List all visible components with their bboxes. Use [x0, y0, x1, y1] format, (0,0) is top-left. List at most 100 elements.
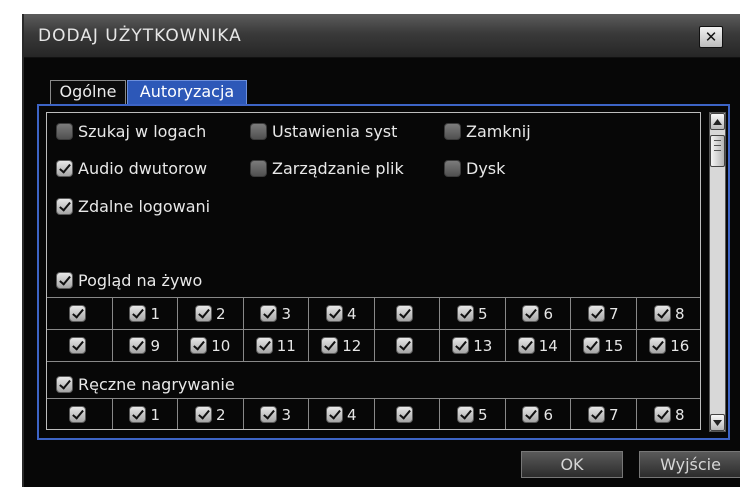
channel-cell[interactable]: 16 [637, 330, 701, 361]
checkbox-icon[interactable] [68, 305, 86, 322]
checkbox-icon[interactable] [396, 406, 414, 423]
scroll-down-button[interactable] [710, 414, 725, 431]
checkbox-icon[interactable] [649, 337, 667, 354]
checkbox-icon[interactable] [194, 406, 212, 423]
channel-cell[interactable]: 2 [178, 298, 244, 329]
perm-label: Audio dwutorow [78, 159, 208, 178]
channel-cell[interactable]: 13 [440, 330, 506, 361]
checkbox-icon[interactable] [325, 305, 343, 322]
channel-cell[interactable]: 1 [113, 399, 178, 429]
channel-cell[interactable]: 2 [178, 399, 244, 429]
checkbox-icon[interactable] [56, 376, 73, 393]
channel-cell[interactable] [375, 399, 440, 429]
channel-cell[interactable]: 10 [178, 330, 244, 361]
channel-cell[interactable]: 3 [244, 399, 309, 429]
checkbox-icon[interactable] [396, 337, 414, 354]
checkbox-icon[interactable] [190, 337, 208, 354]
ok-button[interactable]: OK [521, 451, 623, 478]
grid-row: 9 10 11 12 13 14 15 16 [47, 330, 701, 362]
perm-label: Dysk [466, 159, 506, 178]
checkbox-icon[interactable] [452, 337, 470, 354]
channel-cell[interactable] [375, 298, 440, 329]
channel-cell[interactable]: 5 [440, 298, 506, 329]
channel-cell[interactable]: 14 [506, 330, 571, 361]
perm-file-management[interactable]: Zarządzanie plik [250, 159, 404, 178]
exit-button[interactable]: Wyjście [639, 451, 740, 478]
checkbox-icon[interactable] [56, 272, 73, 289]
perm-shutdown[interactable]: Zamknij [444, 122, 531, 141]
checkbox-icon[interactable] [522, 406, 540, 423]
channel-cell[interactable]: 9 [113, 330, 178, 361]
checkbox-icon[interactable] [587, 406, 605, 423]
manual-rec-channel-grid: 1 2 3 4 5 6 7 8 [47, 398, 701, 429]
checkbox-icon[interactable] [68, 406, 86, 423]
checkbox-icon[interactable] [587, 305, 605, 322]
dialog-title: DODAJ UŻYTKOWNIKA [38, 26, 242, 46]
channel-cell[interactable]: 11 [244, 330, 309, 361]
perm-remote-login[interactable]: Zdalne logowani [56, 197, 210, 216]
channel-cell[interactable]: 5 [440, 399, 506, 429]
live-view-channel-grid: 1 2 3 4 5 6 7 8 9 10 11 12 13 14 15 16 [47, 297, 701, 362]
channel-cell[interactable] [47, 298, 113, 329]
checkbox-icon[interactable] [517, 337, 535, 354]
checkbox-icon[interactable] [444, 123, 461, 140]
checkbox-icon[interactable] [129, 337, 147, 354]
tab-general[interactable]: Ogólne [50, 80, 126, 104]
channel-cell[interactable] [375, 330, 440, 361]
channel-cell[interactable] [47, 399, 113, 429]
checkbox-icon[interactable] [260, 305, 278, 322]
checkbox-icon[interactable] [456, 406, 474, 423]
channel-cell[interactable]: 8 [637, 399, 701, 429]
channel-cell[interactable]: 12 [309, 330, 375, 361]
perm-label: Szukaj w logach [78, 122, 207, 141]
checkbox-icon[interactable] [68, 337, 86, 354]
checkbox-icon[interactable] [444, 160, 461, 177]
perm-disk[interactable]: Dysk [444, 159, 505, 178]
checkbox-icon[interactable] [56, 198, 73, 215]
arrow-up-icon [713, 118, 722, 125]
channel-cell[interactable]: 4 [309, 399, 375, 429]
channel-cell[interactable]: 3 [244, 298, 309, 329]
channel-cell[interactable]: 4 [309, 298, 375, 329]
channel-cell[interactable]: 7 [571, 298, 637, 329]
close-button[interactable]: ✕ [699, 26, 723, 48]
perm-two-way-audio[interactable]: Audio dwutorow [56, 159, 207, 178]
checkbox-icon[interactable] [583, 337, 601, 354]
checkbox-icon[interactable] [325, 406, 343, 423]
checkbox-icon[interactable] [250, 160, 267, 177]
checkbox-icon[interactable] [255, 337, 273, 354]
checkbox-icon[interactable] [56, 160, 73, 177]
checkbox-icon[interactable] [653, 305, 671, 322]
checkbox-icon[interactable] [321, 337, 339, 354]
perm-search-logs[interactable]: Szukaj w logach [56, 122, 206, 141]
perm-system-settings[interactable]: Ustawienia syst [250, 122, 397, 141]
checkbox-icon[interactable] [56, 123, 73, 140]
perm-manual-recording[interactable]: Ręczne nagrywanie [56, 375, 235, 394]
checkbox-icon[interactable] [396, 305, 414, 322]
channel-cell[interactable]: 7 [571, 399, 637, 429]
channel-cell[interactable]: 6 [506, 298, 571, 329]
authorization-panel: Szukaj w logach Ustawienia syst Zamknij … [37, 104, 730, 440]
scroll-thumb[interactable] [710, 135, 725, 167]
checkbox-icon[interactable] [522, 305, 540, 322]
scroll-up-button[interactable] [710, 113, 725, 130]
title-bar: DODAJ UŻYTKOWNIKA ✕ [24, 14, 740, 58]
channel-cell[interactable]: 6 [506, 399, 571, 429]
tab-authorization[interactable]: Autoryzacja [127, 80, 247, 104]
checkbox-icon[interactable] [194, 305, 212, 322]
channel-cell[interactable] [47, 330, 113, 361]
perm-label: Ustawienia syst [272, 122, 398, 141]
perm-label: Zamknij [466, 122, 531, 141]
vertical-scrollbar[interactable] [709, 112, 726, 432]
arrow-down-icon [713, 419, 722, 426]
channel-cell[interactable]: 1 [113, 298, 178, 329]
checkbox-icon[interactable] [260, 406, 278, 423]
channel-cell[interactable]: 15 [571, 330, 637, 361]
checkbox-icon[interactable] [250, 123, 267, 140]
channel-cell[interactable]: 8 [637, 298, 701, 329]
checkbox-icon[interactable] [653, 406, 671, 423]
checkbox-icon[interactable] [129, 305, 147, 322]
checkbox-icon[interactable] [456, 305, 474, 322]
checkbox-icon[interactable] [129, 406, 147, 423]
perm-live-view[interactable]: Pogląd na żywo [56, 271, 202, 290]
